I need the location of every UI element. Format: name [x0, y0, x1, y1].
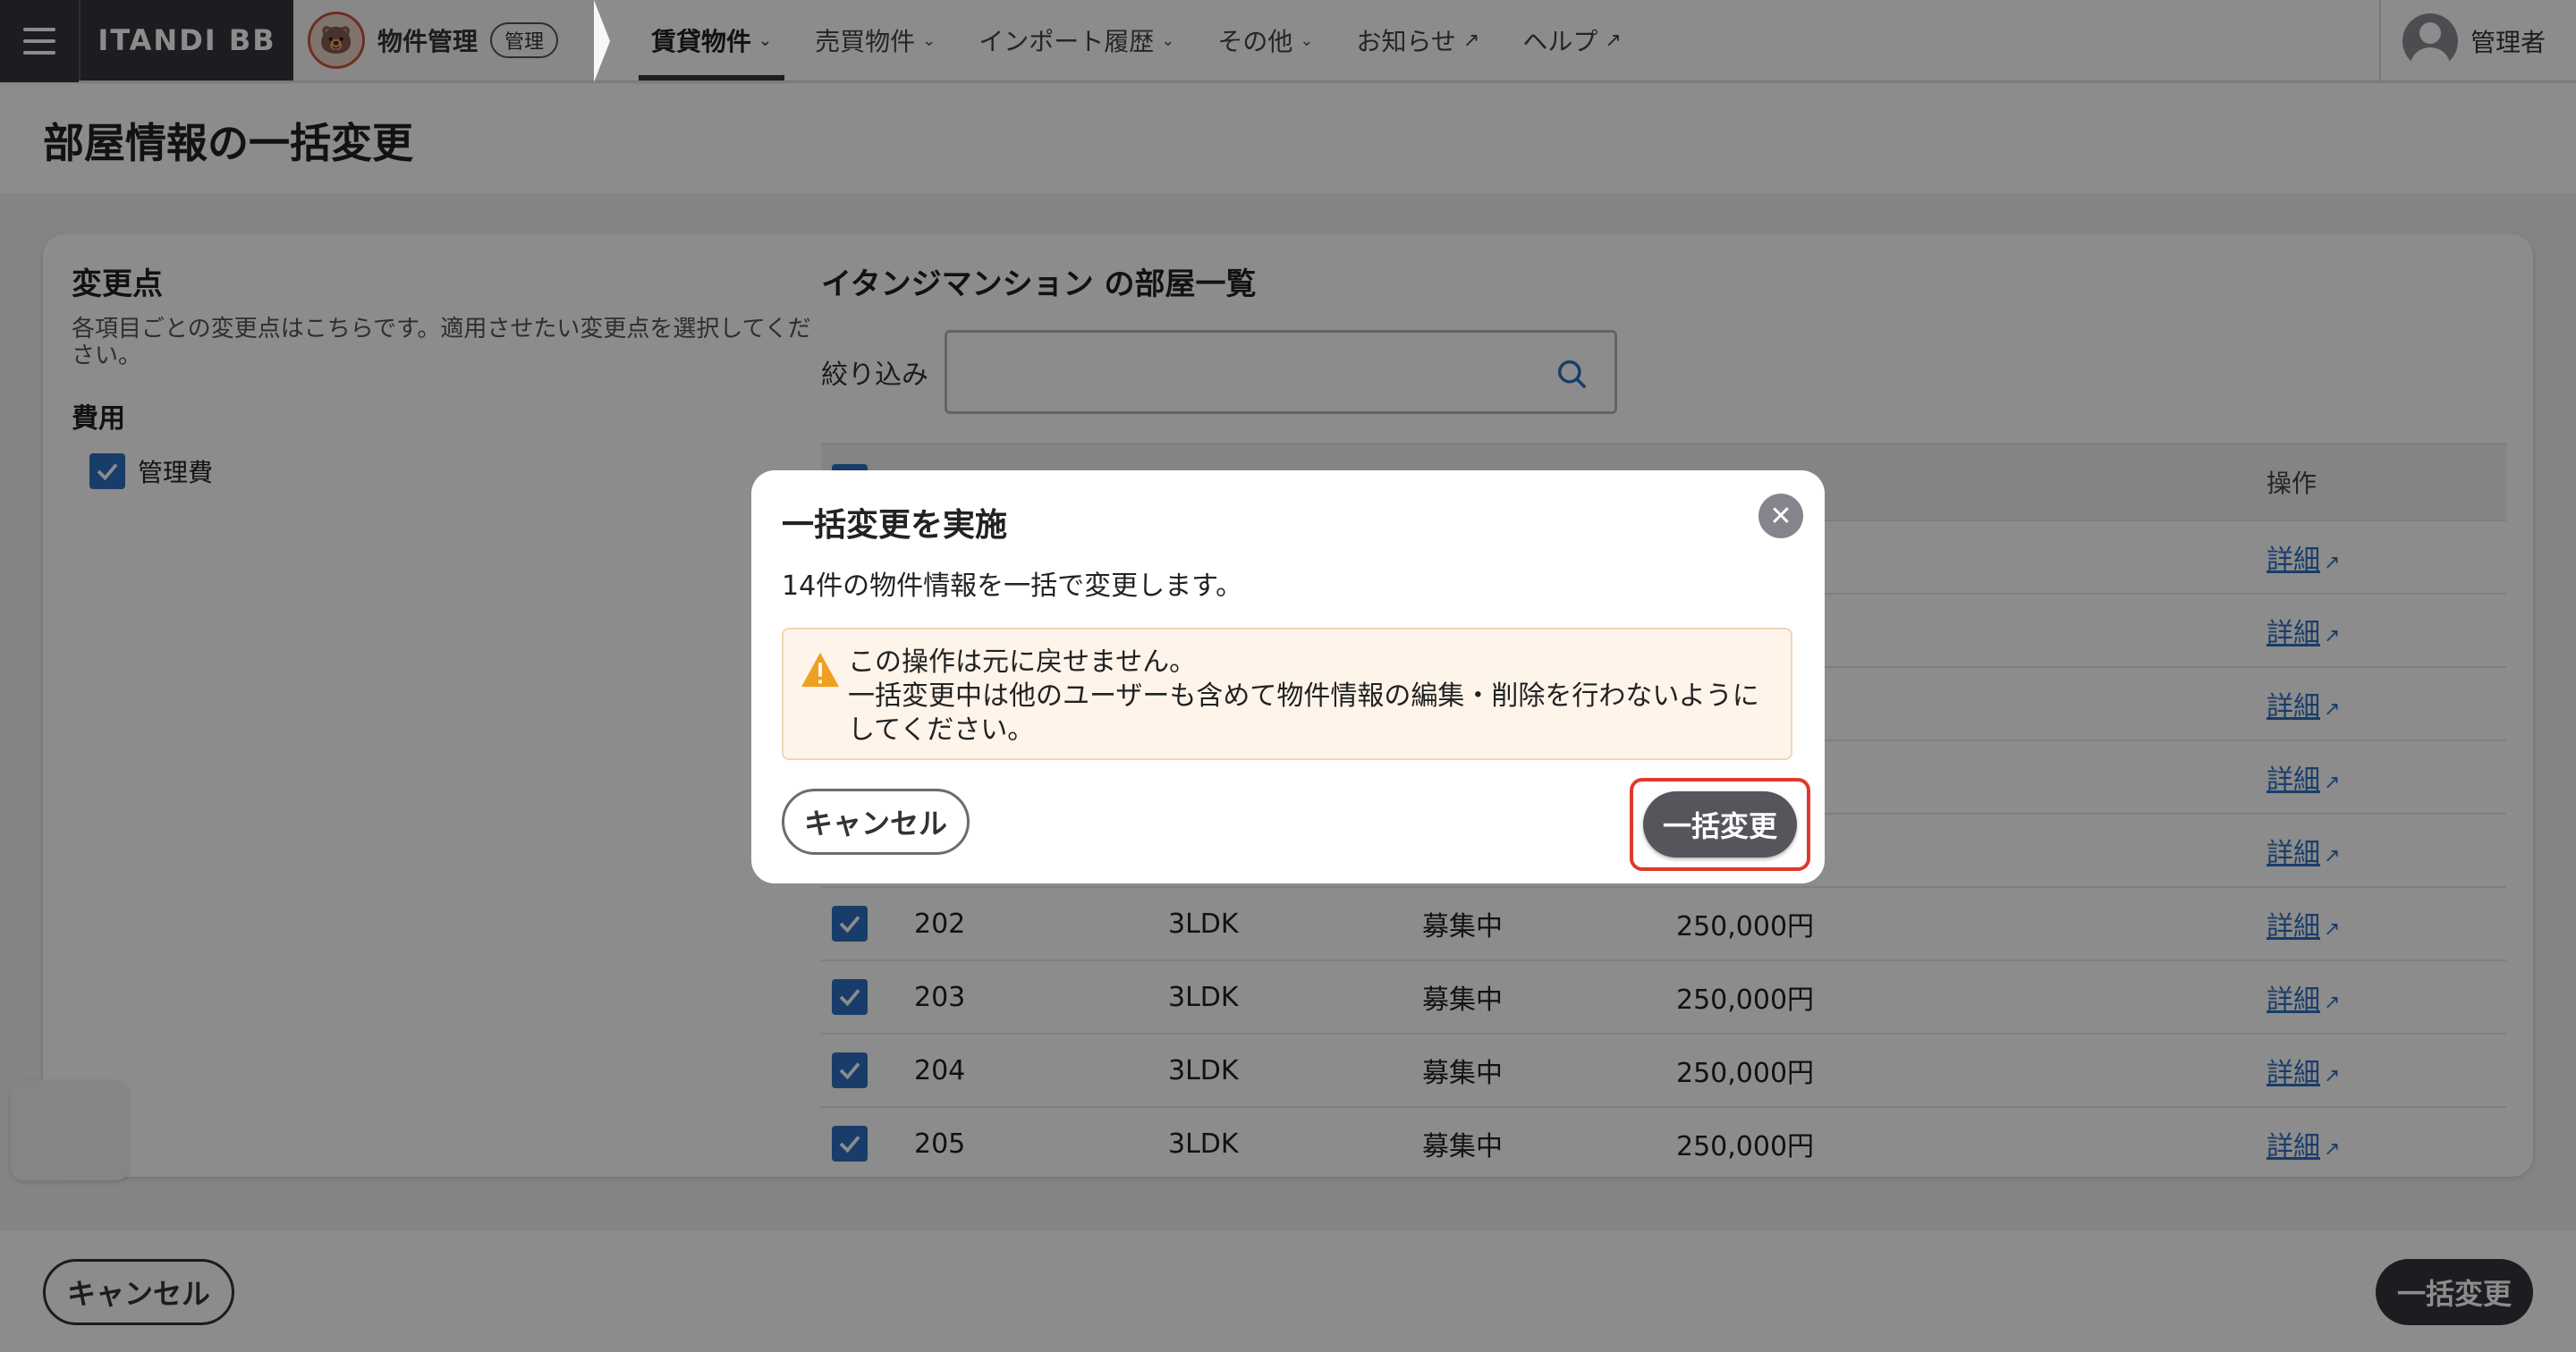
- warning-alert: この操作は元に戻せません。 一括変更中は他のユーザーも含めて物件情報の編集・削除…: [782, 628, 1792, 760]
- dialog-message: 14件の物件情報を一括で変更します。: [782, 570, 1243, 602]
- dialog-title: 一括変更を実施: [782, 507, 1008, 544]
- dialog-cancel-button[interactable]: キャンセル: [782, 789, 970, 855]
- warning-text: この操作は元に戻せません。 一括変更中は他のユーザーも含めて物件情報の編集・削除…: [848, 646, 1778, 748]
- warning-icon: [801, 652, 839, 688]
- dialog-confirm-button[interactable]: 一括変更: [1642, 791, 1797, 858]
- bulk-change-dialog: 一括変更を実施 ✕ 14件の物件情報を一括で変更します。 この操作は元に戻せませ…: [751, 470, 1825, 883]
- close-icon[interactable]: ✕: [1758, 494, 1803, 538]
- warning-line-1: この操作は元に戻せません。: [848, 646, 1197, 678]
- highlight-box: 一括変更: [1630, 778, 1810, 871]
- warning-line-2: 一括変更中は他のユーザーも含めて物件情報の編集・削除を行わないようにしてください…: [848, 680, 1759, 746]
